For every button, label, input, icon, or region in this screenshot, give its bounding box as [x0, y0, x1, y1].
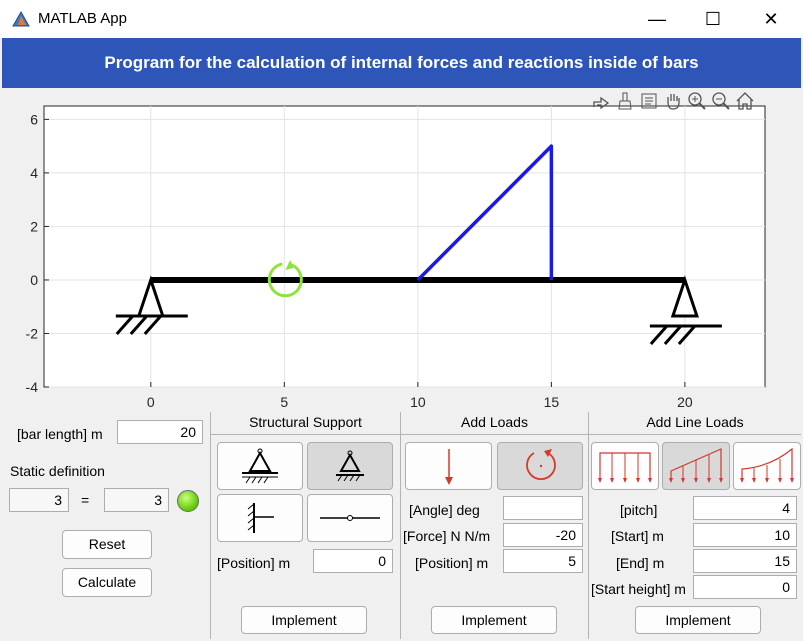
equals-label: =: [81, 492, 90, 508]
export-icon[interactable]: [590, 90, 612, 112]
y-tick-label: 6: [30, 111, 38, 127]
hinge-icon: [320, 515, 380, 521]
x-tick-label: 0: [147, 394, 155, 410]
bar-length-label: [bar length] m: [17, 426, 103, 442]
x-tick-label: 15: [544, 394, 560, 410]
axes-toolbar: [590, 90, 766, 114]
plot-panel: 0 5 10 15 20 -4 -2 0 2 4 6: [2, 88, 801, 412]
uniform-load-icon: [598, 452, 652, 483]
start-field[interactable]: 10: [693, 523, 797, 547]
moment-button[interactable]: [497, 442, 583, 490]
add-loads-panel: Add Loads [Angle] deg [Force] N N/m -20 …: [400, 412, 588, 639]
bar-length-field[interactable]: 20: [117, 420, 203, 444]
axes-background: [43, 105, 766, 388]
static-right-field: 3: [104, 488, 169, 512]
zoom-out-icon[interactable]: [710, 90, 732, 112]
linear-load-button[interactable]: [662, 442, 730, 490]
structural-support-title: Structural Support: [249, 414, 362, 430]
beam-chart[interactable]: 0 5 10 15 20 -4 -2 0 2 4 6: [2, 88, 801, 412]
angle-field[interactable]: [503, 496, 583, 520]
linear-load-icon: [669, 448, 723, 483]
control-panel: [bar length] m 20 Static definition 3 = …: [2, 412, 210, 639]
x-tick-label: 5: [280, 394, 288, 410]
uniform-load-button[interactable]: [591, 442, 659, 490]
status-lamp: [177, 490, 199, 512]
end-field[interactable]: 15: [693, 549, 797, 573]
add-line-loads-panel: Add Line Loads [pitch] 4 [Start] m 10 [E…: [588, 412, 801, 639]
parabolic-load-icon: [740, 447, 794, 483]
window-titlebar: MATLAB App — ☐ ✕: [0, 0, 803, 38]
static-left-field: 3: [9, 488, 69, 512]
pan-icon[interactable]: [662, 90, 684, 112]
zoom-in-icon[interactable]: [686, 90, 708, 112]
roller-support-icon: [336, 450, 364, 482]
y-tick-label: 4: [30, 165, 38, 181]
fixed-support-button[interactable]: [217, 494, 303, 542]
roller-support-button[interactable]: [307, 442, 393, 490]
angle-label: [Angle] deg: [409, 502, 480, 518]
x-tick-label: 20: [677, 394, 693, 410]
add-line-loads-title: Add Line Loads: [646, 414, 744, 430]
y-tick-label: 2: [30, 218, 38, 234]
panel-divider: [211, 434, 400, 435]
pin-support-button[interactable]: [217, 442, 303, 490]
calculate-button[interactable]: Calculate: [62, 568, 152, 597]
pitch-field[interactable]: 4: [693, 496, 797, 520]
home-icon[interactable]: [734, 90, 756, 112]
minimize-button[interactable]: —: [634, 0, 680, 38]
force-label: [Force] N N/m: [403, 528, 491, 544]
datatip-icon[interactable]: [638, 90, 660, 112]
fixed-support-icon: [247, 503, 274, 533]
support-implement-button[interactable]: Implement: [241, 606, 367, 634]
load-position-field[interactable]: 5: [503, 549, 583, 573]
x-tick-label: 10: [410, 394, 426, 410]
calculate-button-label: Calculate: [77, 574, 137, 590]
close-button[interactable]: ✕: [748, 0, 794, 38]
reset-button-label: Reset: [88, 536, 126, 552]
rotate-arrow-icon: [526, 449, 556, 481]
add-loads-title: Add Loads: [461, 414, 528, 430]
pitch-label: [pitch]: [620, 502, 658, 518]
maximize-button[interactable]: ☐: [690, 0, 736, 38]
y-tick-label: -4: [26, 379, 39, 395]
hinge-button[interactable]: [307, 494, 393, 542]
parabolic-load-button[interactable]: [733, 442, 801, 490]
start-height-field[interactable]: 0: [693, 575, 797, 599]
panel-divider: [401, 434, 588, 435]
end-label: [End] m: [616, 555, 665, 571]
force-field[interactable]: -20: [503, 523, 583, 547]
matlab-logo-icon: [12, 11, 30, 27]
start-label: [Start] m: [611, 528, 664, 544]
structural-support-panel: Structural Support [Position] m 0 Implem…: [210, 412, 400, 639]
start-height-label: [Start height] m: [591, 581, 686, 597]
reset-button[interactable]: Reset: [62, 530, 152, 559]
y-tick-label: -2: [26, 325, 39, 341]
window-title: MATLAB App: [38, 10, 127, 27]
down-arrow-icon: [445, 449, 453, 485]
load-position-label: [Position] m: [415, 555, 489, 571]
pin-support-icon: [242, 448, 278, 484]
support-implement-label: Implement: [271, 612, 337, 628]
brush-icon[interactable]: [614, 90, 636, 112]
panel-divider: [589, 434, 801, 435]
point-force-button[interactable]: [405, 442, 492, 490]
support-position-label: [Position] m: [217, 555, 291, 571]
load-implement-button[interactable]: Implement: [431, 606, 557, 634]
y-tick-label: 0: [30, 272, 38, 288]
support-position-field[interactable]: 0: [313, 549, 393, 573]
static-definition-label: Static definition: [10, 463, 105, 479]
load-implement-label: Implement: [461, 612, 527, 628]
line-load-implement-label: Implement: [665, 612, 731, 628]
line-load-implement-button[interactable]: Implement: [635, 606, 761, 634]
app-banner: Program for the calculation of internal …: [2, 38, 801, 88]
